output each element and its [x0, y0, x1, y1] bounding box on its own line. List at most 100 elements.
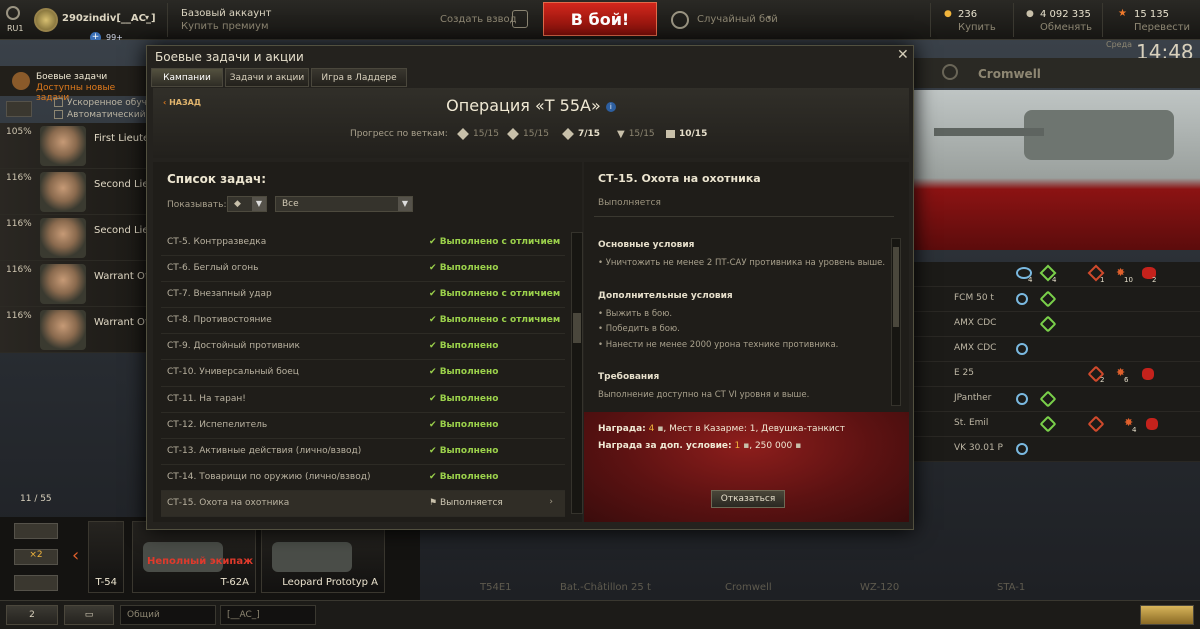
task-name: СТ-5. Контрразведка: [167, 237, 267, 247]
count: 4: [1028, 276, 1033, 284]
vehicle-card[interactable]: T-54: [88, 521, 124, 593]
task-row[interactable]: СТ-7. Внезапный удар ✔ Выполнено с отличи…: [161, 282, 565, 309]
mission-icon: [1039, 315, 1057, 333]
task-list-scrollbar[interactable]: [571, 232, 583, 514]
branch-filter-select[interactable]: ◆ ▼: [227, 196, 267, 212]
main-condition-item: • Уничтожить не менее 2 ПТ-САУ противник…: [598, 258, 886, 268]
xp-star-icon: ★: [1118, 8, 1127, 19]
battle-button[interactable]: В бой!: [543, 2, 657, 36]
channel-general[interactable]: Общий: [120, 605, 216, 625]
chevron-right-icon: ›: [549, 496, 553, 507]
task-row[interactable]: СТ-9. Достойный противник ✔ Выполнено: [161, 334, 565, 361]
battle-mode-select[interactable]: Случайный бой: [697, 14, 778, 25]
channel-clan[interactable]: [__AC_]: [220, 605, 316, 625]
xp-value: 15 135: [1134, 9, 1169, 20]
branch-value: 15/15: [523, 129, 549, 139]
list-item[interactable]: AMX CDC: [914, 337, 1200, 362]
task-row[interactable]: СТ-13. Активные действия (лично/взвод) ✔ …: [161, 439, 565, 465]
task-row[interactable]: СТ-6. Беглый огонь ✔ Выполнено: [161, 256, 565, 283]
task-row[interactable]: СТ-12. Испепелитель ✔ Выполнено: [161, 413, 565, 439]
crew-member[interactable]: 116% Second Lieut: [0, 215, 159, 261]
branch-progress[interactable]: 7/15: [562, 127, 600, 141]
list-item[interactable]: St. Emil ✸ 4: [914, 412, 1200, 437]
task-row[interactable]: СТ-8. Противостояние ✔ Выполнено с отличи…: [161, 308, 565, 335]
list-item[interactable]: AMX CDC: [914, 312, 1200, 337]
crew-button[interactable]: [6, 101, 32, 117]
count: 10: [1124, 276, 1133, 284]
player-name[interactable]: 290zindiv[__AC_]: [62, 13, 156, 24]
crew-member[interactable]: 116% Warrant Offic: [0, 261, 160, 307]
info-icon[interactable]: i: [605, 101, 616, 112]
tank-title: Cromwell: [978, 67, 1041, 81]
vehicle-card[interactable]: Leopard Prototyp A: [261, 521, 385, 593]
branch-progress[interactable]: 10/15: [666, 127, 707, 141]
count: 1: [1100, 276, 1105, 284]
branch-progress[interactable]: 15/15: [457, 127, 499, 141]
binoculars-icon: [1016, 293, 1028, 305]
settings-gear-icon[interactable]: [6, 6, 20, 20]
checkbox[interactable]: [54, 98, 63, 107]
scroll-thumb[interactable]: [573, 313, 581, 343]
branch-value: 7/15: [578, 129, 601, 139]
list-item[interactable]: E 25 2 ✸ 6: [914, 362, 1200, 387]
refuse-button[interactable]: Отказаться: [711, 490, 785, 508]
mission-icon: [1039, 390, 1057, 408]
missions-notice[interactable]: Боевые задачи Доступны новые задачи: [0, 66, 150, 103]
create-platoon-button[interactable]: Создать взвод: [440, 14, 517, 25]
crew-member[interactable]: 116% Second Lieut: [0, 169, 159, 215]
binoculars-icon: [1016, 443, 1028, 455]
checkbox[interactable]: [54, 110, 63, 119]
chat-icon[interactable]: ▭: [64, 605, 114, 625]
x2-filter-button[interactable]: ×2: [14, 549, 58, 565]
scroll-thumb[interactable]: [893, 247, 899, 327]
chevron-down-icon: ▼: [252, 197, 266, 211]
branch-progress[interactable]: ▼ 15/15: [617, 127, 655, 141]
branch-progress[interactable]: 15/15: [507, 127, 549, 141]
branch-value: 15/15: [473, 129, 499, 139]
task-row[interactable]: СТ-5. Контрразведка ✔ Выполнено с отличие…: [161, 230, 565, 257]
spg-branch-icon: [666, 130, 675, 138]
battle-mode-icon[interactable]: [671, 11, 689, 29]
filter-tank-button[interactable]: [14, 523, 58, 539]
vehicle-name: Bat.-Châtillon 25 t: [560, 582, 651, 593]
buy-gold-link[interactable]: Купить: [958, 22, 996, 33]
crew-member[interactable]: 105% First Lieuten: [0, 123, 155, 169]
status-filter-select[interactable]: Все ▼: [275, 196, 413, 212]
task-row[interactable]: СТ-11. На таран! ✔ Выполнено: [161, 387, 565, 413]
task-row[interactable]: СТ-14. Товарищи по оружию (лично/взвод) ✔…: [161, 465, 565, 491]
platoon-icon[interactable]: [512, 10, 528, 28]
task-status: ✔ Выполнено: [429, 419, 499, 430]
task-row[interactable]: СТ-10. Универсальный боец ✔ Выполнено: [161, 360, 565, 387]
tab-campaigns[interactable]: Кампании: [151, 68, 223, 87]
buy-premium-link[interactable]: Купить премиум: [181, 21, 269, 32]
binoculars-icon: [1016, 393, 1028, 405]
reward-rest: , Мест в Казарме: 1, Девушка-танкист: [663, 424, 845, 434]
vehicle-name: AMX CDC: [954, 318, 997, 328]
task-row-selected[interactable]: СТ-15. Охота на охотника ⚑ Выполняется ›: [161, 490, 565, 518]
detail-scrollbar[interactable]: [891, 238, 901, 406]
list-title: Список задач:: [167, 172, 267, 186]
chevron-down-icon[interactable]: ▾: [145, 13, 149, 22]
task-status: ✔ Выполнено: [429, 471, 499, 482]
crew-portrait: [40, 172, 86, 212]
tab-ladder[interactable]: Игра в Ладдере: [311, 68, 407, 87]
vehicle-card[interactable]: Неполный экипаж T-62A: [132, 521, 256, 593]
list-item[interactable]: VK 30.01 P: [914, 437, 1200, 462]
chevron-down-icon[interactable]: ▾: [767, 13, 771, 22]
mt-branch-icon: [507, 128, 519, 140]
crew-member[interactable]: 116% Warrant Offic: [0, 307, 160, 353]
notifications-icon[interactable]: [1140, 605, 1194, 625]
vehicle-name: Cromwell: [725, 582, 772, 593]
exchange-link[interactable]: Обменять: [1040, 22, 1092, 33]
crew-portrait: [40, 218, 86, 258]
list-item[interactable]: JPanther: [914, 387, 1200, 412]
scroll-left-icon[interactable]: ‹: [72, 545, 79, 566]
friends-button[interactable]: 2: [6, 605, 58, 625]
filter-button[interactable]: [14, 575, 58, 591]
vehicle-name: FCM 50 t: [954, 293, 994, 303]
close-icon[interactable]: ✕: [897, 47, 909, 63]
list-item[interactable]: FCM 50 t: [914, 287, 1200, 312]
tab-missions-promos[interactable]: Задачи и акции: [225, 68, 309, 87]
task-name: СТ-8. Противостояние: [167, 315, 272, 326]
convert-xp-link[interactable]: Перевести: [1134, 22, 1190, 33]
